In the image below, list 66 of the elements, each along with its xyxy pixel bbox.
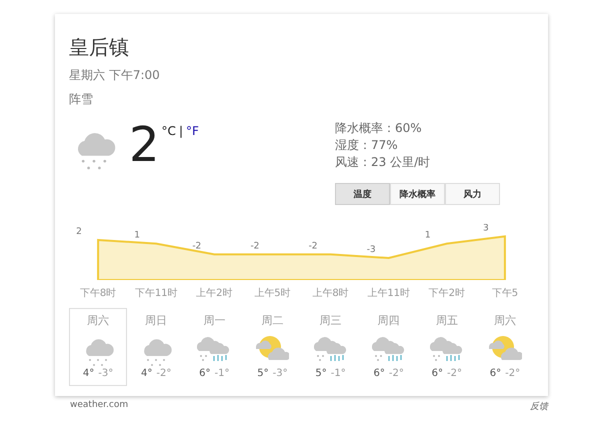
low-temp: -1°	[330, 368, 346, 379]
time-label: 下午8时	[78, 286, 118, 300]
high-temp: 4°	[82, 368, 94, 379]
day-name: 周日	[145, 313, 168, 328]
snow-rain-cloud-icon	[314, 334, 348, 362]
low-temp: -1°	[214, 368, 230, 379]
snow-rain-cloud-icon	[197, 334, 232, 362]
feedback-link[interactable]: 反馈	[530, 400, 548, 413]
time-label: 上午2时	[195, 286, 234, 300]
day-forecast[interactable]: 周二 5° -3°	[243, 308, 302, 386]
time-label: 下午2时	[428, 286, 466, 300]
high-temp: 6°	[432, 368, 443, 379]
chart-tab[interactable]: 温度	[335, 183, 390, 205]
low-temp: -2°	[505, 368, 520, 379]
high-temp: 5°	[257, 368, 269, 379]
day-name: 周六	[87, 313, 110, 328]
condition-text: 阵雪	[69, 91, 94, 108]
time-label: 上午8时	[311, 286, 350, 300]
sun-cloud-icon	[255, 334, 290, 362]
day-forecast[interactable]: 周五 6° -2°	[418, 308, 476, 386]
day-name: 周五	[436, 313, 458, 328]
high-temp: 6°	[490, 368, 502, 379]
day-forecast[interactable]: 周一 6° -1°	[185, 308, 244, 386]
data-label: -2	[192, 241, 202, 252]
data-label: 1	[134, 230, 140, 241]
unit-link[interactable]: °F	[186, 124, 199, 138]
sun-cloud-icon	[488, 334, 522, 362]
chart-tab[interactable]: 降水概率	[390, 183, 445, 205]
date-time: 星期六 下午7:00	[69, 67, 161, 84]
data-label: 1	[424, 230, 431, 241]
time-label: 上午5时	[253, 286, 292, 300]
day-forecast[interactable]: 周四 6° -2°	[360, 308, 418, 386]
day-name: 周六	[494, 313, 516, 328]
temperature: 2	[129, 120, 160, 170]
data-label: -2	[250, 241, 260, 252]
weather-detail: 风速：23 公里/时	[335, 154, 432, 171]
location-title: 皇后镇	[69, 34, 130, 60]
day-name: 周一	[203, 313, 226, 328]
low-temp: -3°	[98, 368, 114, 379]
time-label: 上午11时	[366, 286, 412, 300]
data-label: -2	[308, 241, 318, 252]
data-label: 3	[482, 224, 489, 234]
high-temp: 5°	[315, 368, 327, 379]
time-label: 下午5	[490, 287, 520, 300]
low-temp: -2°	[447, 368, 462, 379]
low-temp: -2°	[388, 368, 404, 379]
high-temp: 6°	[199, 368, 210, 379]
day-forecast[interactable]: 周六 6° -2°	[476, 308, 534, 386]
unit-separator: |	[178, 124, 183, 138]
day-forecast[interactable]: 周三 5° -1°	[302, 308, 360, 386]
high-temp: 6°	[374, 368, 385, 379]
source-link[interactable]: weather.com	[70, 400, 128, 413]
chart-tab[interactable]: 风力	[445, 183, 500, 205]
weather-detail: 湿度：77%	[335, 137, 399, 154]
snow-rain-cloud-icon	[372, 334, 406, 362]
high-temp: 4°	[141, 368, 152, 379]
data-label: 2	[76, 227, 82, 237]
day-name: 周四	[378, 313, 400, 328]
time-label: 下午11时	[134, 286, 179, 300]
snow-rain-cloud-icon	[430, 334, 464, 362]
low-temp: -2°	[156, 368, 172, 379]
weather-detail: 降水概率：60%	[335, 120, 423, 137]
day-name: 周二	[261, 313, 284, 328]
data-label: -3	[366, 245, 376, 255]
low-temp: -3°	[272, 368, 288, 379]
day-name: 周三	[320, 313, 342, 328]
